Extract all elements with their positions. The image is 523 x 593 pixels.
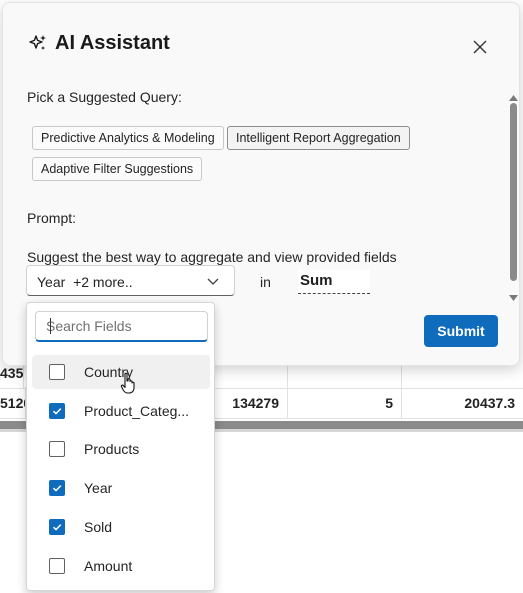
checkmark-icon: [52, 485, 62, 492]
checkmark-icon: [52, 408, 62, 415]
scroll-up-arrow-icon[interactable]: [508, 89, 519, 101]
option-product-category[interactable]: Product_Categ...: [32, 394, 210, 428]
sparkle-icon: [27, 33, 49, 55]
in-label: in: [260, 274, 271, 290]
checkbox-checked[interactable]: [49, 403, 65, 419]
checkbox-checked[interactable]: [49, 519, 65, 535]
prompt-text: Suggest the best way to aggregate and vi…: [27, 249, 397, 265]
checkmark-icon: [52, 524, 62, 531]
dialog-header: AI Assistant: [27, 32, 170, 55]
checkbox[interactable]: [49, 558, 65, 574]
prompt-label: Prompt:: [27, 210, 77, 226]
text-caret: [50, 318, 51, 334]
suggestion-chip-aggregation[interactable]: Intelligent Report Aggregation: [227, 126, 410, 150]
option-label: Sold: [84, 519, 113, 535]
option-label: Year: [84, 480, 113, 496]
fields-combobox[interactable]: Year +2 more..: [26, 265, 235, 296]
grid-cell: 5: [288, 387, 402, 419]
aggregate-function-field[interactable]: Sum: [298, 270, 370, 294]
option-sold[interactable]: Sold: [32, 510, 210, 544]
dialog-title: AI Assistant: [55, 32, 170, 54]
fields-combobox-value: Year +2 more..: [37, 274, 133, 290]
option-label: Product_Categ...: [84, 403, 190, 419]
hand-cursor-icon: [120, 372, 136, 394]
grid-cell: 134279: [214, 387, 288, 419]
suggestion-chip-predictive[interactable]: Predictive Analytics & Modeling: [32, 126, 224, 150]
fields-dropdown-popup: Search Fields Country Product_Categ... P…: [26, 302, 215, 591]
grid-cell: 5120: [0, 387, 26, 419]
option-amount[interactable]: Amount: [32, 549, 210, 583]
option-products[interactable]: Products: [32, 432, 210, 466]
chevron-down-icon: [205, 273, 221, 289]
suggestion-chip-filter[interactable]: Adaptive Filter Suggestions: [32, 157, 203, 181]
vertical-scrollbar-thumb[interactable]: [510, 103, 517, 281]
close-icon: [473, 40, 487, 54]
checkbox[interactable]: [49, 441, 65, 457]
submit-button[interactable]: Submit: [424, 315, 498, 347]
suggested-query-label: Pick a Suggested Query:: [27, 89, 182, 105]
close-button[interactable]: [469, 36, 491, 58]
search-fields-input[interactable]: Search Fields: [35, 311, 208, 342]
option-label: Products: [84, 441, 140, 457]
checkbox-checked[interactable]: [49, 480, 65, 496]
checkbox[interactable]: [49, 364, 65, 380]
scroll-down-arrow-icon[interactable]: [508, 289, 519, 301]
grid-cell: 20437.3: [464, 395, 515, 411]
option-label: Amount: [84, 558, 133, 574]
option-year[interactable]: Year: [32, 471, 210, 505]
